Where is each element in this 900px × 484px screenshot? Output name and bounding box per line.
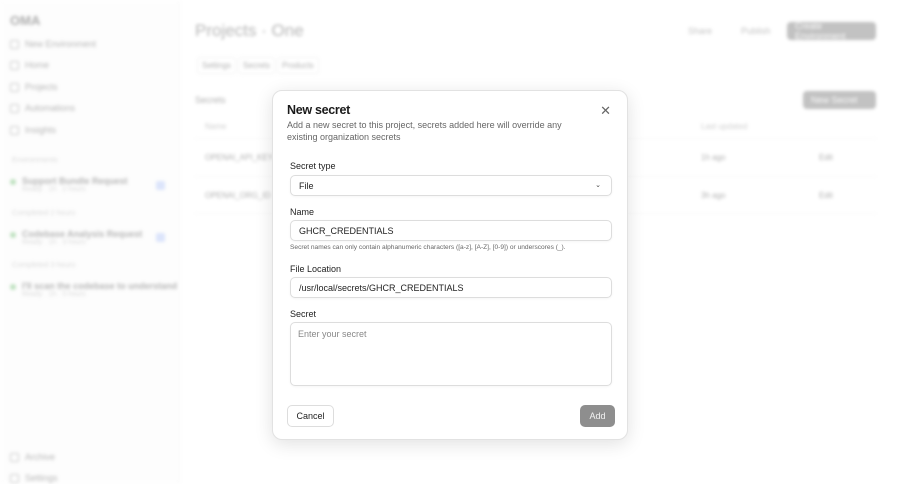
- secret-label: Secret: [290, 309, 317, 319]
- file-location-input[interactable]: /usr/local/secrets/GHCR_CREDENTIALS: [290, 277, 612, 298]
- name-hint: Secret names can only contain alphanumer…: [290, 244, 566, 251]
- secret-type-label: Secret type: [290, 161, 336, 171]
- selected-value: File: [299, 180, 314, 191]
- new-secret-dialog: New secret ✕ Add a new secret to this pr…: [272, 90, 628, 440]
- add-button[interactable]: Add: [580, 405, 615, 427]
- dialog-title: New secret: [287, 103, 351, 117]
- name-input[interactable]: GHCR_CREDENTIALS: [290, 220, 612, 241]
- cancel-button[interactable]: Cancel: [287, 405, 334, 427]
- secret-textarea[interactable]: [290, 322, 612, 386]
- dialog-description: Add a new secret to this project, secret…: [287, 120, 562, 142]
- secret-type-select[interactable]: File ⌄: [290, 175, 612, 196]
- name-label: Name: [290, 207, 315, 217]
- close-icon[interactable]: ✕: [600, 103, 611, 119]
- chevron-down-icon: ⌄: [595, 182, 601, 189]
- file-location-label: File Location: [290, 264, 342, 274]
